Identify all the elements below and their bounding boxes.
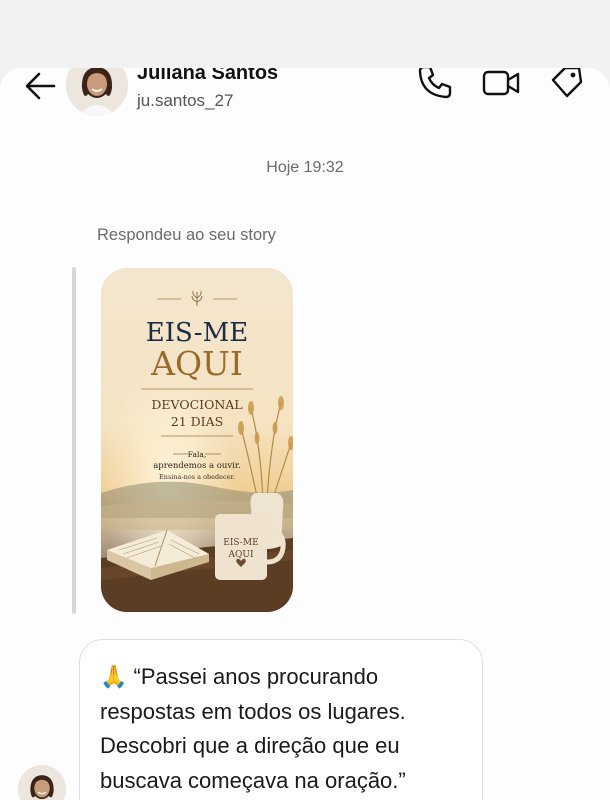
story-subtitle-line2: 21 DIAS — [171, 414, 223, 429]
message-bubble[interactable]: 🙏 “Passei anos procurando respostas em t… — [79, 639, 483, 800]
mug-text-line1: EIS-ME — [223, 538, 258, 548]
reply-context-label: Respondeu ao seu story — [97, 226, 276, 244]
phone-icon — [416, 68, 454, 106]
call-button[interactable] — [413, 68, 457, 106]
story-title-line2: AQUI — [150, 344, 243, 383]
story-verse-line3: Ensina-nos a obedecer. — [159, 473, 235, 481]
avatar[interactable] — [66, 68, 128, 116]
story-verse-line2: aprendemos a ouvir. — [153, 461, 241, 471]
story-verse-line1: Fala, — [188, 450, 206, 459]
timestamp: Hoje 19:32 — [266, 159, 344, 176]
contact-name[interactable]: Juliana Santos — [137, 68, 278, 85]
reply-indicator-bar — [72, 267, 76, 614]
message-text: 🙏 “Passei anos procurando respostas em t… — [100, 660, 464, 798]
story-subtitle-line1: DEVOCIONAL — [151, 397, 242, 412]
chat-screen: Juliana Santos ju.santos_27 Hoje 19:32 R… — [0, 68, 610, 800]
video-camera-icon — [481, 68, 521, 106]
tag-button[interactable] — [545, 68, 589, 106]
video-call-button[interactable] — [479, 68, 523, 106]
back-button[interactable] — [20, 70, 60, 106]
mug-text-line2: AQUI — [227, 550, 253, 560]
message-body: “Passei anos procurando respostas em tod… — [100, 664, 406, 793]
sender-avatar[interactable] — [18, 765, 66, 800]
tag-icon — [547, 68, 587, 107]
arrow-left-icon — [23, 71, 57, 106]
praying-hands-icon: 🙏 — [100, 664, 128, 689]
chat-header: Juliana Santos ju.santos_27 — [0, 68, 610, 130]
contact-username: ju.santos_27 — [137, 91, 234, 110]
story-preview[interactable]: EIS-ME AQUI EIS-ME AQUI DEVOCIONAL 21 DI… — [101, 268, 293, 612]
